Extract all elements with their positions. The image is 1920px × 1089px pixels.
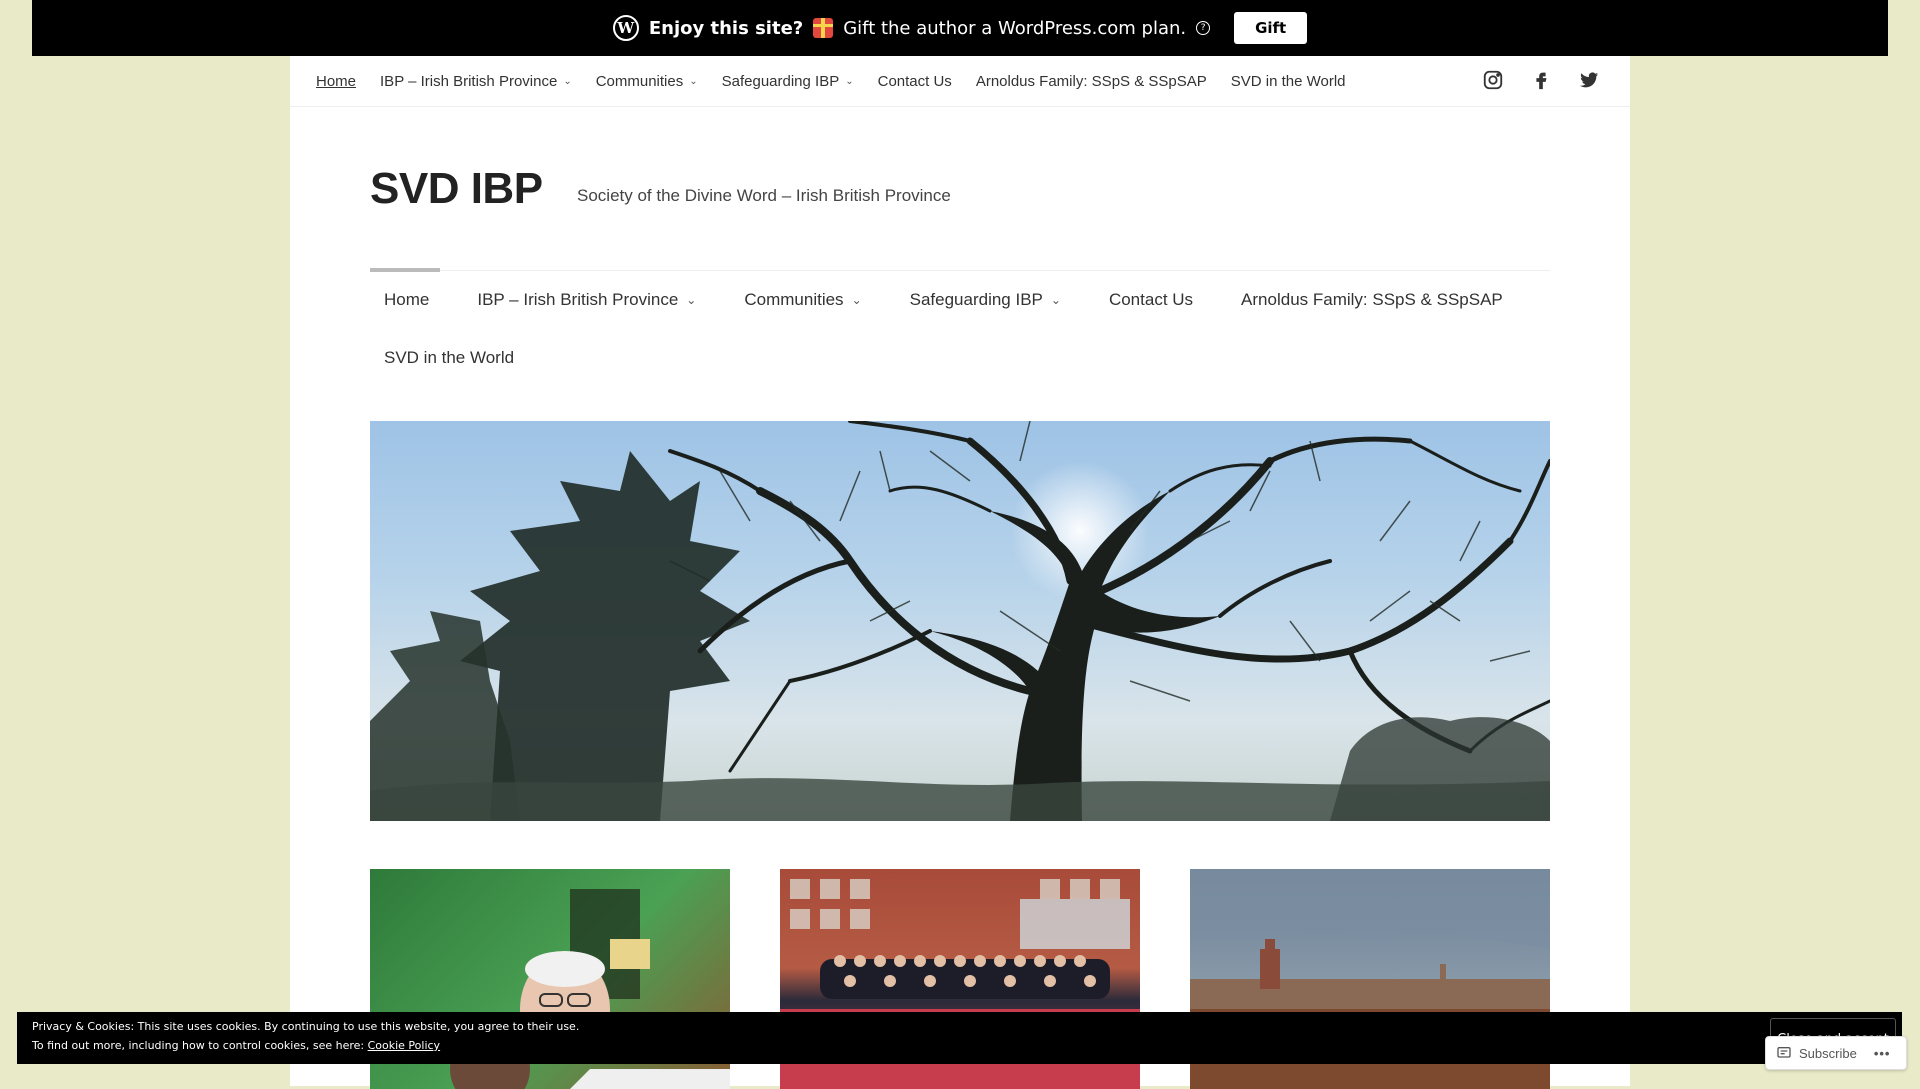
cookie-banner: Privacy & Cookies: This site uses cookie… bbox=[17, 1012, 1902, 1064]
main-navigation: Home IBP – Irish British Province ⌄ Comm… bbox=[370, 268, 1550, 387]
top-nav-home[interactable]: Home bbox=[316, 73, 356, 90]
top-nav-label: Communities bbox=[595, 72, 684, 90]
help-icon[interactable]: ? bbox=[1196, 21, 1211, 35]
chevron-down-icon: ⌄ bbox=[851, 293, 862, 307]
chevron-down-icon: ⌄ bbox=[686, 293, 697, 307]
twitter-icon[interactable] bbox=[1578, 69, 1600, 91]
chevron-down-icon: ⌄ bbox=[845, 75, 854, 87]
chevron-down-icon: ⌄ bbox=[563, 75, 572, 87]
site-title[interactable]: SVD IBP bbox=[370, 164, 543, 214]
main-nav-label: SVD in the World bbox=[384, 348, 515, 367]
social-links bbox=[1482, 69, 1600, 91]
promo-message: Gift the author a WordPress.com plan. bbox=[843, 17, 1187, 39]
main-nav-label: Home bbox=[384, 290, 430, 309]
main-nav-label: Communities bbox=[744, 290, 844, 309]
main-nav-arnoldus-family[interactable]: Arnoldus Family: SSpS & SSpSAP bbox=[1241, 290, 1503, 310]
main-nav-label: Contact Us bbox=[1108, 290, 1194, 309]
wordpress-logo-icon: W bbox=[612, 15, 639, 41]
reader-icon bbox=[1777, 1047, 1791, 1058]
main-nav-label: Safeguarding IBP bbox=[909, 290, 1043, 309]
cookie-policy-link[interactable]: Cookie Policy bbox=[368, 1039, 440, 1052]
cookie-more-info: To find out more, including how to contr… bbox=[32, 1039, 440, 1052]
active-indicator bbox=[370, 268, 440, 272]
main-nav-communities[interactable]: Communities ⌄ bbox=[744, 290, 861, 310]
main-nav-home[interactable]: Home bbox=[384, 290, 429, 310]
gift-promo-bar: W Enjoy this site? Gift the author a Wor… bbox=[32, 0, 1888, 56]
page-container: Home IBP – Irish British Province ⌄ Comm… bbox=[290, 56, 1630, 1089]
top-nav-label: Safeguarding IBP bbox=[721, 72, 840, 90]
top-nav-label: Contact Us bbox=[877, 72, 952, 90]
main-nav-label: IBP – Irish British Province bbox=[477, 290, 679, 309]
top-nav-label: IBP – Irish British Province bbox=[380, 72, 558, 90]
main-nav-svd-world[interactable]: SVD in the World bbox=[384, 348, 514, 368]
subscribe-widget[interactable]: Subscribe ••• bbox=[1765, 1036, 1907, 1070]
header-image bbox=[370, 421, 1550, 821]
top-nav-communities[interactable]: Communities ⌄ bbox=[596, 73, 698, 90]
tree-silhouette-image bbox=[370, 421, 1550, 821]
top-nav-arnoldus-family[interactable]: Arnoldus Family: SSpS & SSpSAP bbox=[976, 73, 1207, 90]
top-nav-label: SVD in the World bbox=[1230, 72, 1346, 90]
top-nav-safeguarding[interactable]: Safeguarding IBP ⌄ bbox=[722, 73, 854, 90]
cookie-text: Privacy & Cookies: This site uses cookie… bbox=[32, 1020, 580, 1033]
top-nav-contact[interactable]: Contact Us bbox=[878, 73, 952, 90]
main-nav-contact[interactable]: Contact Us bbox=[1109, 290, 1193, 310]
chevron-down-icon: ⌄ bbox=[1050, 293, 1061, 307]
facebook-icon[interactable] bbox=[1530, 69, 1552, 91]
gift-icon bbox=[813, 18, 834, 38]
gift-button[interactable]: Gift bbox=[1234, 12, 1308, 44]
promo-enjoy-text: Enjoy this site? bbox=[648, 17, 804, 39]
top-nav-label: Arnoldus Family: SSpS & SSpSAP bbox=[975, 72, 1207, 90]
site-tagline: Society of the Divine Word – Irish Briti… bbox=[577, 186, 951, 205]
subscribe-label: Subscribe bbox=[1799, 1045, 1857, 1061]
top-navigation: Home IBP – Irish British Province ⌄ Comm… bbox=[290, 56, 1630, 107]
main-nav-label: Arnoldus Family: SSpS & SSpSAP bbox=[1241, 290, 1503, 309]
top-nav-ibp[interactable]: IBP – Irish British Province ⌄ bbox=[380, 73, 572, 90]
instagram-icon[interactable] bbox=[1482, 69, 1504, 91]
chevron-down-icon: ⌄ bbox=[689, 75, 698, 87]
cookie-more-text: To find out more, including how to contr… bbox=[32, 1039, 365, 1052]
more-options-icon[interactable]: ••• bbox=[1874, 1046, 1891, 1061]
top-nav-label: Home bbox=[316, 72, 357, 90]
top-nav-svd-world[interactable]: SVD in the World bbox=[1231, 73, 1346, 90]
main-nav-ibp[interactable]: IBP – Irish British Province ⌄ bbox=[477, 290, 696, 310]
main-nav-safeguarding[interactable]: Safeguarding IBP ⌄ bbox=[910, 290, 1061, 310]
